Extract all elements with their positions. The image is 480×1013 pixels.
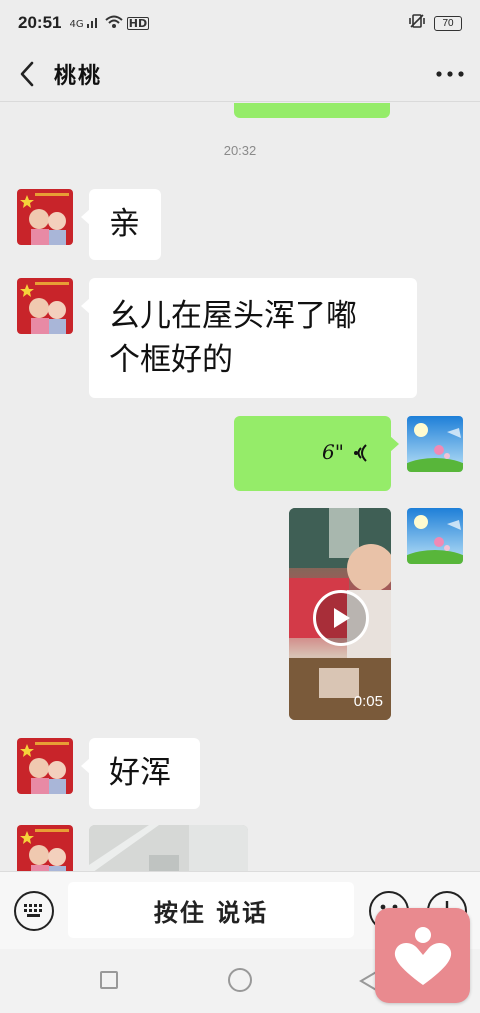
battery-icon: 70 — [434, 15, 462, 31]
keyboard-toggle-button[interactable] — [14, 891, 54, 931]
received-text-bubble[interactable]: 亲 — [89, 189, 161, 260]
video-duration: 0:05 — [353, 693, 383, 710]
my-avatar[interactable] — [407, 508, 463, 564]
recent-apps-button[interactable] — [100, 971, 118, 989]
contact-avatar[interactable] — [17, 738, 73, 794]
status-bar: 20:51 4G HD 70 — [0, 0, 480, 46]
message-text: 亲 — [109, 206, 140, 242]
home-button[interactable] — [228, 968, 252, 992]
received-text-bubble[interactable]: 幺儿在屋头浑了嘟 个框好的 — [89, 278, 417, 398]
voice-duration: 6" — [322, 440, 344, 464]
message-timestamp: 20:32 — [223, 143, 257, 158]
contact-avatar[interactable] — [17, 825, 73, 871]
status-time: 20:51 — [18, 13, 62, 32]
signal-icon: 4G — [69, 16, 100, 30]
image-thumbnail — [89, 825, 248, 871]
received-image-message[interactable] — [89, 825, 248, 871]
keyboard-icon — [24, 904, 42, 917]
play-button[interactable] — [313, 590, 369, 646]
play-icon — [334, 608, 350, 628]
chat-title: 桃桃 — [54, 62, 103, 89]
chat-area[interactable]: 20:32 亲 幺儿在屋头浑了嘟 个框好的 6" 0:05 好浑 — [0, 103, 480, 871]
sent-video-message[interactable]: 0:05 — [289, 508, 391, 720]
wifi-icon — [105, 15, 123, 32]
message-text: 好浑 — [109, 755, 171, 791]
sent-voice-bubble[interactable]: 6" — [234, 416, 391, 491]
partial-sent-bubble[interactable] — [234, 103, 390, 118]
message-text-line2: 个框好的 — [109, 342, 233, 378]
received-text-bubble[interactable]: 好浑 — [89, 738, 200, 809]
chat-header: 桃桃 — [0, 46, 480, 102]
bubble-tail — [390, 436, 399, 452]
message-text-line1: 幺儿在屋头浑了嘟 — [109, 298, 357, 334]
floating-app-shortcut[interactable] — [375, 908, 470, 1003]
my-avatar[interactable] — [407, 416, 463, 472]
hold-to-talk-button[interactable]: 按住 说话 — [68, 882, 354, 938]
more-button[interactable] — [420, 46, 480, 102]
more-dots-icon — [436, 70, 464, 77]
back-arrow-icon — [20, 61, 34, 86]
back-button[interactable] — [0, 46, 54, 102]
contact-avatar[interactable] — [17, 278, 73, 334]
contact-avatar[interactable] — [17, 189, 73, 245]
status-right: 70 — [408, 13, 462, 33]
voice-wave-icon — [354, 444, 367, 462]
status-icons: 4G HD — [69, 15, 150, 32]
heart-app-icon — [394, 926, 451, 985]
hd-icon: HD — [126, 16, 150, 30]
vibrate-icon — [408, 13, 426, 33]
